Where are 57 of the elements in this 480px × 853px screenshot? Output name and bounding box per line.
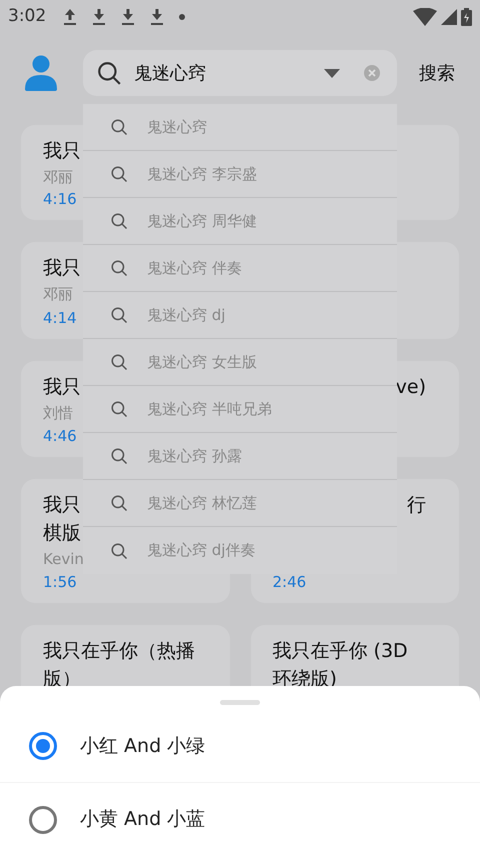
user-avatar-icon[interactable] [25,55,57,91]
dot-icon [179,14,186,20]
search-icon [110,165,128,183]
search-icon [110,542,128,560]
radio-option[interactable]: 小黄 And 小蓝 [0,783,480,853]
search-icon [110,447,128,465]
suggestion-item[interactable]: 鬼迷心窍 孙露 [83,433,397,480]
dropdown-caret-icon[interactable] [324,68,340,78]
suggestion-item[interactable]: 鬼迷心窍 女生版 [83,339,397,386]
song-title: 我只 [43,493,81,518]
song-duration: 4:46 [43,426,77,447]
song-title-line: 棋版 [43,521,81,546]
drag-handle[interactable] [220,700,260,705]
suggestion-item[interactable]: 鬼迷心窍 半吨兄弟 [83,386,397,433]
song-duration: 2:46 [272,572,306,593]
radio-option[interactable]: 小红 And 小绿 [0,710,480,783]
search-icon [110,212,128,230]
artist-name: Kevin [43,549,84,570]
signal-icon [441,9,457,25]
search-icon [110,259,128,277]
radio-button[interactable] [29,732,57,760]
artist-name: 邓丽 [43,284,73,305]
suggestion-item[interactable]: 鬼迷心窍 李宗盛 [83,151,397,198]
artist-name: 邓丽 [43,167,73,188]
battery-icon [461,8,472,26]
suggestion-item[interactable]: 鬼迷心窍 dj伴奏 [83,527,397,574]
song-duration: 1:56 [43,572,77,593]
upload-icon [63,8,78,26]
artist-name: 刘惜 [43,403,73,424]
song-duration: 4:16 [43,189,77,210]
search-icon [110,306,128,324]
suggestion-item[interactable]: 鬼迷心窍 dj [83,292,397,339]
song-title: 我只 [43,375,81,400]
search-icon [110,400,128,418]
search-icon [110,118,128,136]
song-title: 我只 [43,256,81,281]
song-title: 我只 [43,139,81,164]
search-button[interactable]: 搜索 [419,60,455,86]
search-value: 鬼迷心窍 [134,62,206,86]
search-icon [96,60,122,86]
suggestion-item[interactable]: 鬼迷心窍 伴奏 [83,245,397,292]
song-title-end: 行 [407,493,426,518]
song-duration: 4:14 [43,308,77,329]
search-field[interactable]: 鬼迷心窍 [83,50,397,96]
download-icon [92,8,106,26]
status-time: 3:02 [8,5,46,28]
search-icon [110,494,128,512]
radio-button[interactable] [29,806,57,834]
suggestion-item[interactable]: 鬼迷心窍 [83,104,397,151]
search-icon [110,353,128,371]
song-title-end: ve) [396,375,426,400]
wifi-icon [413,8,437,26]
download-icon [150,8,164,26]
suggestion-item[interactable]: 鬼迷心窍 林忆莲 [83,480,397,527]
suggestion-item[interactable]: 鬼迷心窍 周华健 [83,198,397,245]
option-label: 小黄 And 小蓝 [80,807,206,832]
download-icon [121,8,136,26]
